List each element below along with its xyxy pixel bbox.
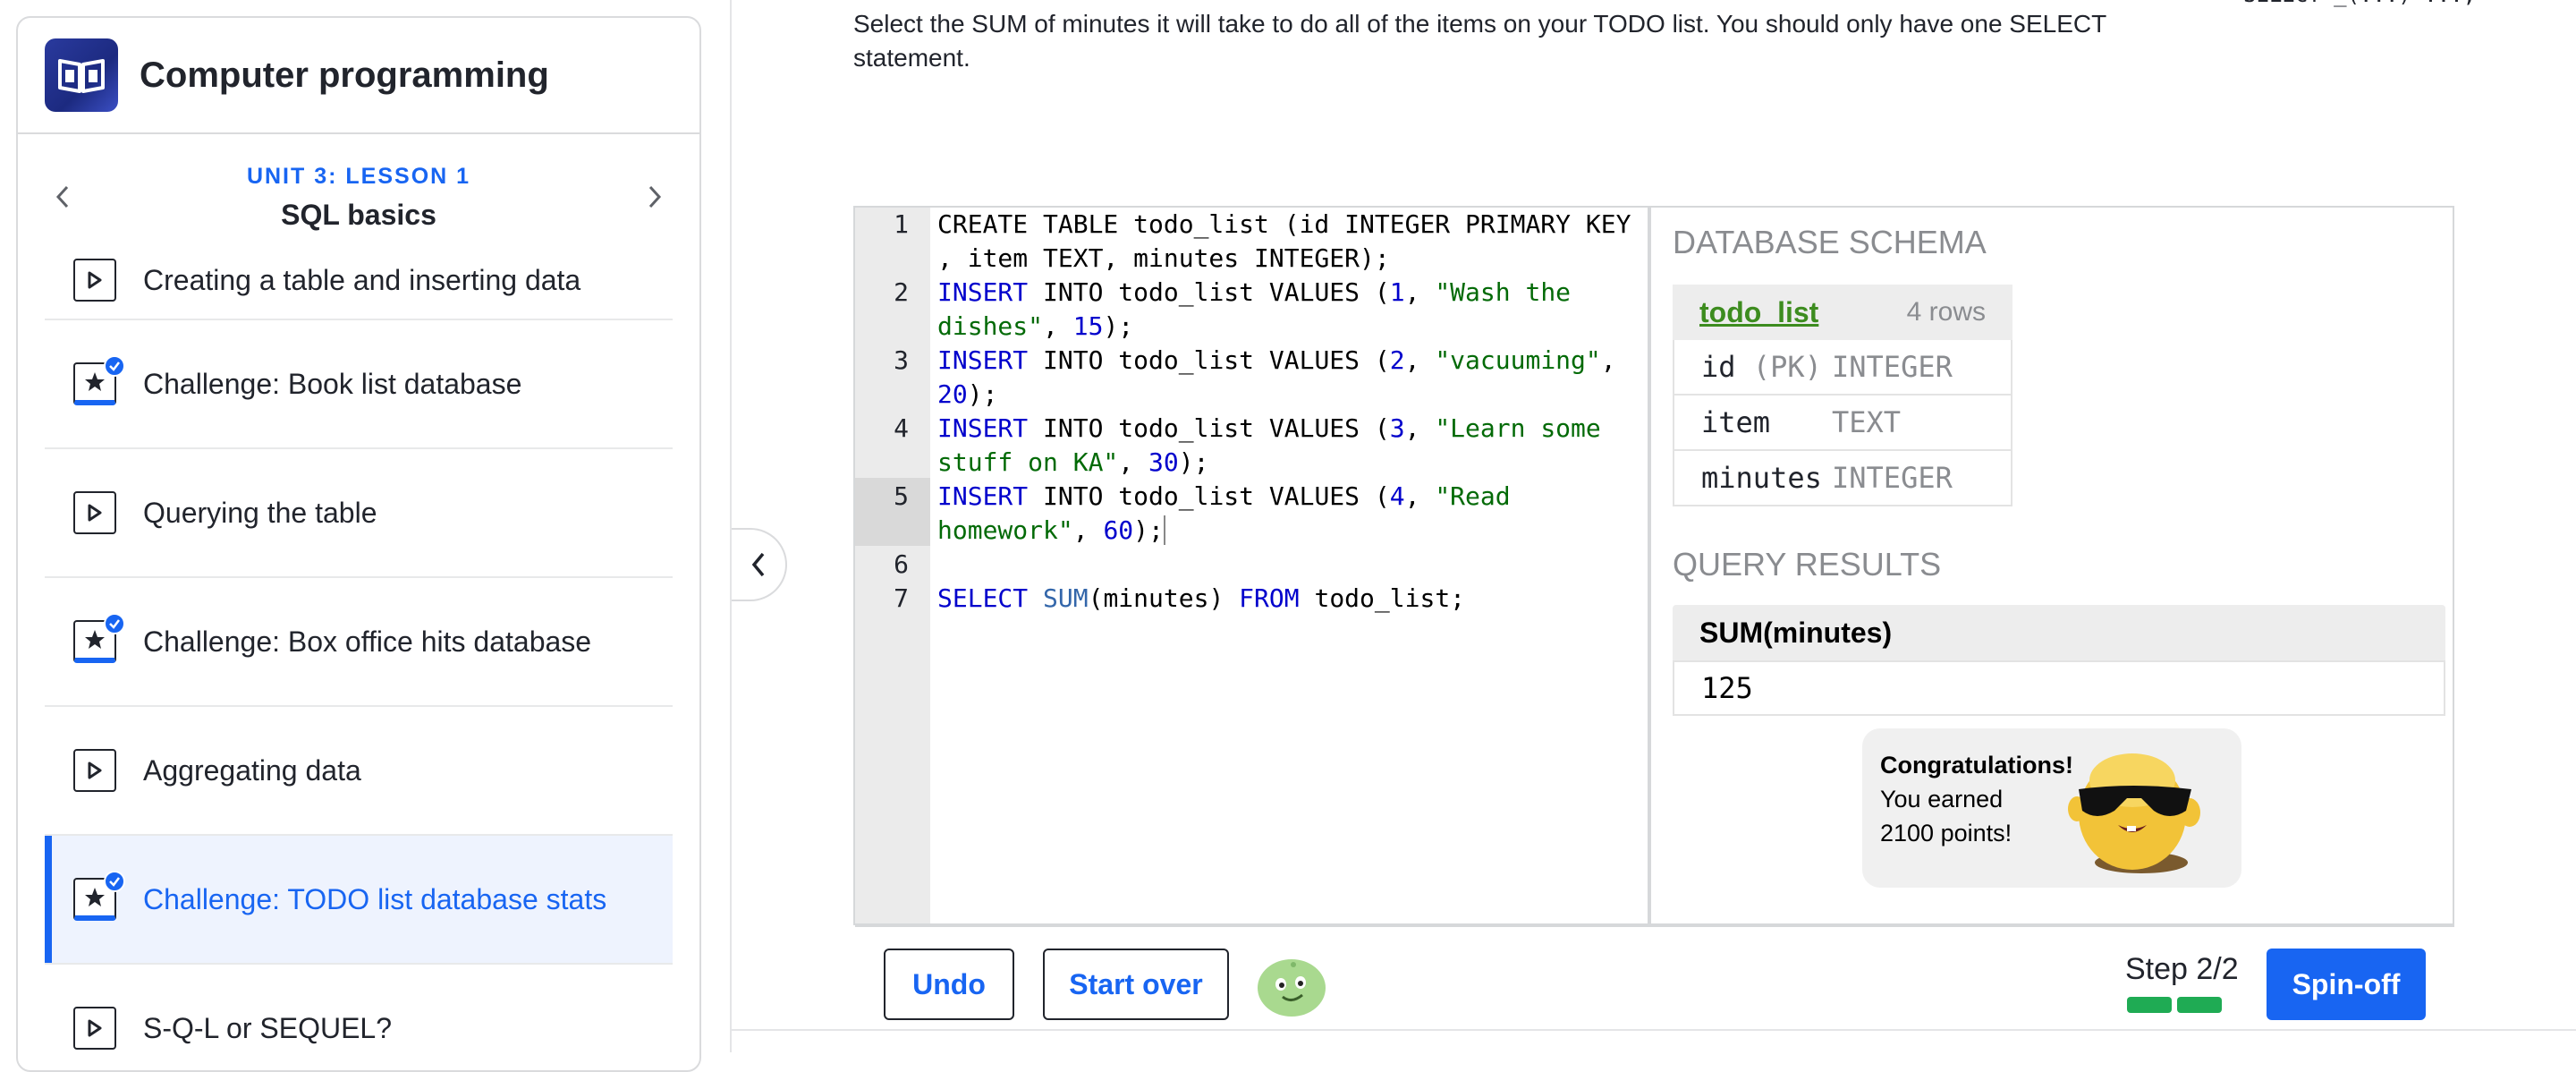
sunglasses-mascot-icon	[2068, 753, 2200, 873]
line-number: 5	[894, 481, 909, 511]
completed-check-icon	[104, 871, 125, 892]
undo-button[interactable]: Undo	[884, 949, 1014, 1020]
lesson-label: S-Q-L or SEQUEL?	[143, 1011, 393, 1044]
course-title: Computer programming	[140, 55, 549, 95]
previous-lesson-button[interactable]	[45, 179, 80, 215]
panel-divider	[730, 0, 732, 1052]
line-number: 6	[894, 549, 909, 579]
instructions-line: statement.	[853, 44, 970, 72]
code-text: CREATE TABLE todo_list (id INTEGER PRIMA…	[937, 209, 1631, 273]
sql-workspace: 1 CREATE TABLE todo_list (id INTEGER PRI…	[853, 206, 2454, 925]
start-over-button[interactable]: Start over	[1043, 949, 1229, 1020]
course-header[interactable]: Computer programming	[18, 18, 699, 134]
schema-column-row: minutes INTEGER	[1673, 451, 2012, 506]
book-icon	[45, 38, 118, 112]
editor-footer: Undo Start over Step 2/2 Spin-off	[855, 925, 2454, 1040]
lesson-item[interactable]: Creating a table and inserting data	[45, 242, 673, 320]
instructions-line: Select the SUM of minutes it will take t…	[853, 10, 2107, 38]
lesson-item[interactable]: S-Q-L or SEQUEL?	[45, 965, 673, 1070]
column-name: minutes	[1701, 461, 1822, 495]
line-number: 1	[894, 209, 909, 239]
step-indicator: Step 2/2	[2125, 952, 2239, 986]
column-type: INTEGER	[1832, 350, 1953, 384]
next-lesson-button[interactable]	[637, 179, 673, 215]
column-name: item	[1701, 405, 1771, 439]
column-type: TEXT	[1832, 405, 1902, 439]
schema-table: todo_list 4 rows id (PK) INTEGER item TE…	[1673, 285, 2012, 506]
spin-off-button[interactable]: Spin-off	[2267, 949, 2426, 1020]
unit-label[interactable]: UNIT 3: LESSON 1	[247, 164, 470, 190]
lesson-label: Challenge: TODO list database stats	[143, 882, 607, 915]
collapse-sidebar-button[interactable]	[732, 528, 787, 601]
code-editor[interactable]: 1 CREATE TABLE todo_list (id INTEGER PRI…	[855, 208, 1651, 923]
blob-avatar-icon	[1258, 959, 1326, 1017]
lesson-item[interactable]: Challenge: Box office hits database	[45, 578, 673, 707]
code-text: INSERT INTO todo_list VALUES (2, "vacuum…	[937, 345, 1616, 409]
schema-row-count: 4 rows	[1906, 297, 1986, 327]
code-text: INSERT INTO todo_list VALUES (3, "Learn …	[937, 413, 1601, 477]
congratulations-card: Congratulations! You earned 2100 points!	[1862, 728, 2241, 888]
lesson-item[interactable]: Querying the table	[45, 449, 673, 578]
lesson-item[interactable]: Challenge: Book list database	[45, 320, 673, 449]
video-play-icon	[73, 749, 116, 792]
challenge-star-icon	[73, 871, 125, 921]
completed-check-icon	[104, 355, 125, 377]
line-number: 7	[894, 583, 909, 613]
code-text: SELECT SUM(minutes) FROM todo_list;	[937, 583, 1466, 613]
line-number: 4	[894, 413, 909, 443]
lesson-label: Querying the table	[143, 496, 377, 529]
lesson-label: Challenge: Box office hits database	[143, 625, 592, 658]
chevron-left-icon	[55, 185, 69, 208]
lesson-item[interactable]: Aggregating data	[45, 707, 673, 836]
line-number: 3	[894, 345, 909, 375]
line-number: 2	[894, 277, 909, 307]
lesson-label: Challenge: Book list database	[143, 367, 522, 400]
lesson-list: Creating a table and inserting data Chal…	[45, 259, 673, 1070]
schema-title: DATABASE SCHEMA	[1673, 224, 1987, 260]
challenge-star-icon	[73, 355, 125, 405]
lesson-item-active[interactable]: Challenge: TODO list database stats	[45, 836, 673, 965]
chevron-left-icon	[751, 552, 765, 577]
congrats-line: You earned	[1880, 786, 2004, 813]
video-play-icon	[73, 259, 116, 302]
result-column-header: SUM(minutes)	[1673, 605, 2445, 660]
progress-segment	[2177, 997, 2222, 1013]
result-value: 125	[1673, 660, 2445, 716]
video-play-icon	[73, 1007, 116, 1050]
congrats-line: 2100 points!	[1880, 820, 2012, 847]
challenge-star-icon	[73, 613, 125, 663]
congrats-title: Congratulations!	[1880, 752, 2073, 778]
code-text: INSERT INTO todo_list VALUES (4, "Read h…	[937, 481, 1511, 545]
column-type: INTEGER	[1832, 461, 1953, 495]
lesson-label: Aggregating data	[143, 753, 361, 787]
video-play-icon	[73, 491, 116, 534]
congratulations-text: Congratulations! You earned 2100 points!	[1880, 748, 2073, 850]
step-progress-bar	[2127, 997, 2222, 1013]
column-name: id (PK)	[1701, 350, 1822, 384]
schema-table-name[interactable]: todo_list	[1699, 296, 1818, 329]
hint-code: SELECT _(...) ...;	[2243, 0, 2476, 7]
schema-table-header: todo_list 4 rows	[1673, 285, 2012, 340]
chevron-right-icon	[648, 185, 662, 208]
progress-segment	[2127, 997, 2172, 1013]
course-sidebar: Computer programming UNIT 3: LESSON 1 SQ…	[16, 16, 701, 1072]
unit-title: SQL basics	[281, 199, 436, 231]
code-text: INSERT INTO todo_list VALUES (1, "Wash t…	[937, 277, 1572, 341]
query-results-title: QUERY RESULTS	[1673, 546, 1942, 583]
challenge-instructions: Select the SUM of minutes it will take t…	[853, 7, 2123, 75]
lesson-label: Creating a table and inserting data	[143, 263, 581, 296]
schema-column-row: id (PK) INTEGER	[1673, 340, 2012, 396]
schema-column-row: item TEXT	[1673, 396, 2012, 451]
bottom-divider	[732, 1029, 2576, 1031]
completed-check-icon	[104, 613, 125, 634]
